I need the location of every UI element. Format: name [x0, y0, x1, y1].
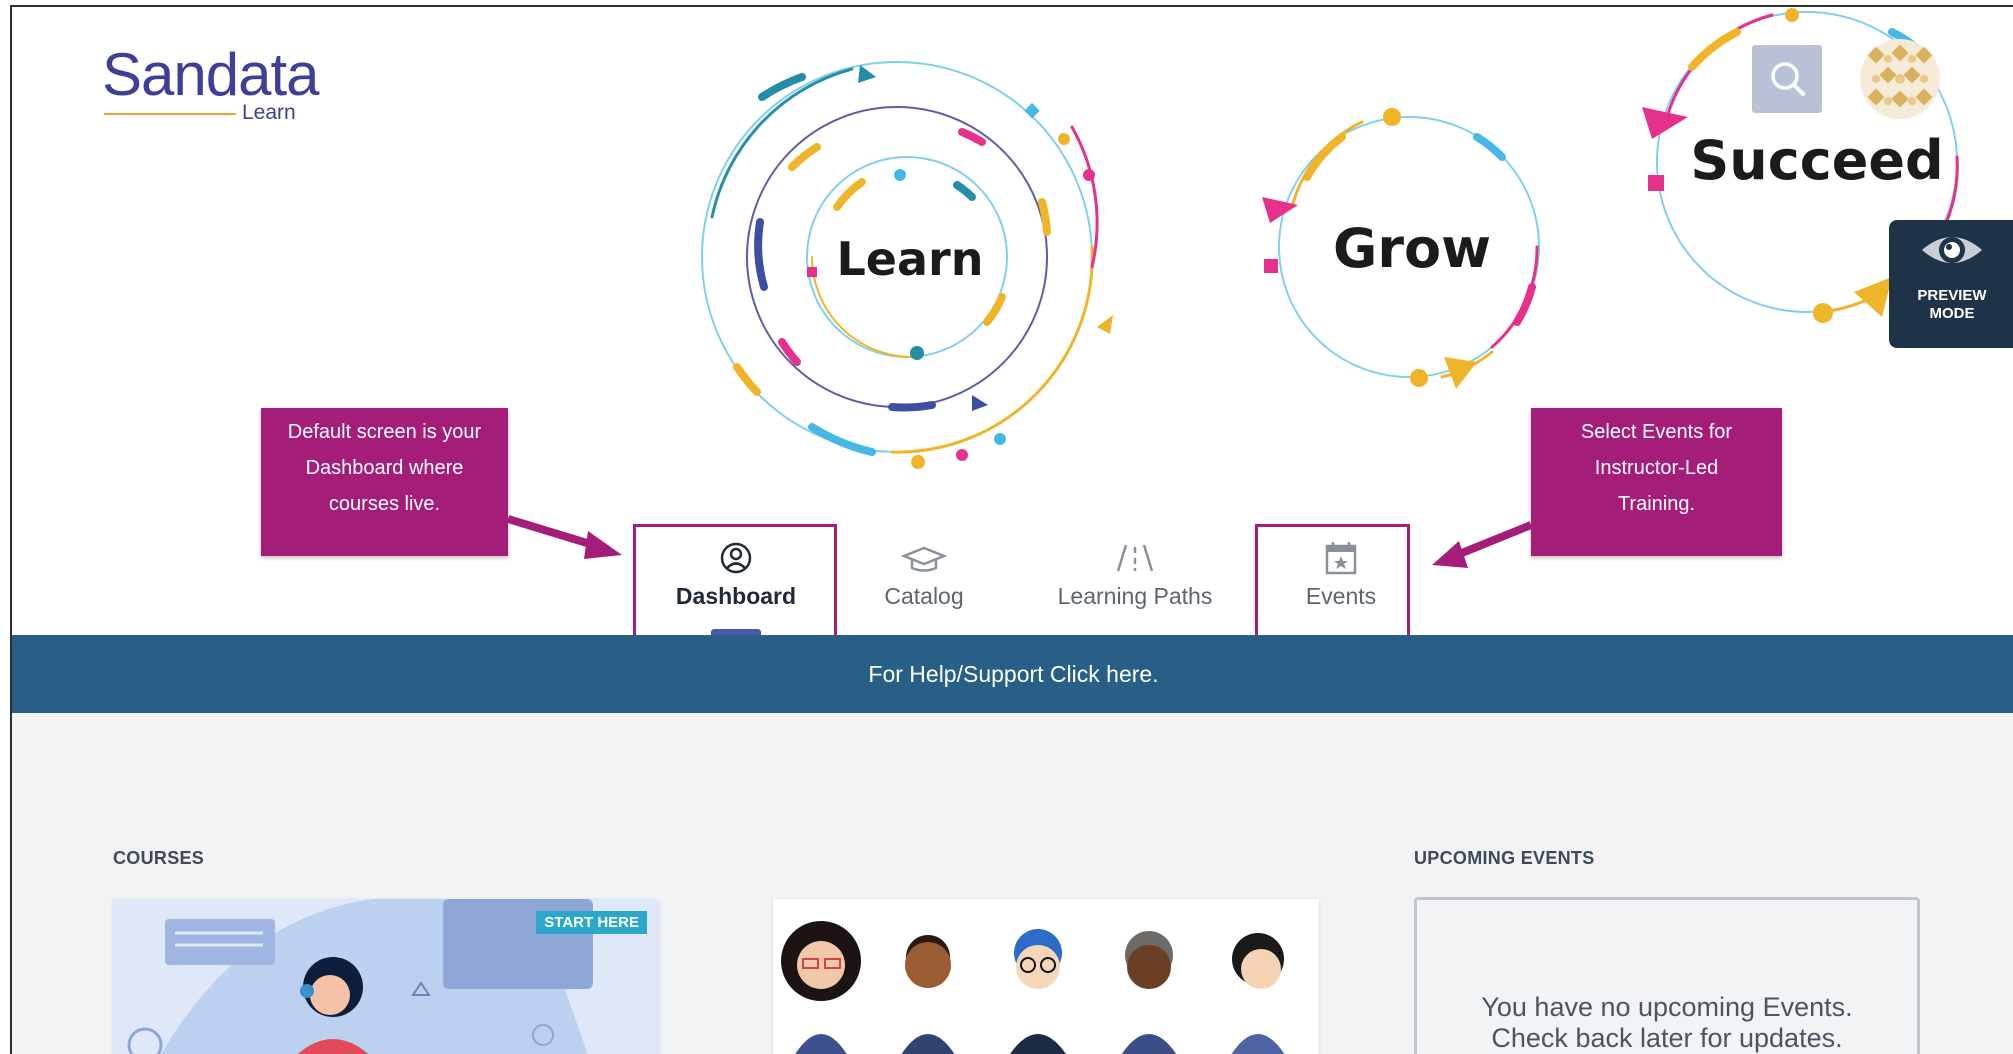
preview-mode-button[interactable]: PREVIEW MODE	[1889, 220, 2013, 348]
dashboard-content: COURSES UPCOMING EVENTS START HERE You h…	[12, 713, 2013, 1054]
app-window: Sandata Learn Learn Grow Succeed Default…	[10, 5, 2013, 1054]
highlight-dashboard	[633, 524, 837, 645]
courses-title: COURSES	[113, 848, 205, 868]
main-nav: Dashboard Catalog Learning Paths Events	[12, 517, 2013, 645]
course-card[interactable]: START HERE	[113, 899, 659, 1054]
upcoming-events-title: UPCOMING EVENTS	[1414, 848, 1595, 868]
highlight-events	[1255, 524, 1410, 645]
course-thumbnail-team	[773, 899, 1319, 1054]
start-here-badge: START HERE	[536, 911, 647, 934]
course-card[interactable]	[773, 899, 1319, 1054]
tab-catalog-label: Catalog	[884, 583, 964, 609]
preview-label-1: PREVIEW	[1917, 287, 1987, 304]
tab-catalog[interactable]: Catalog	[852, 517, 996, 635]
upcoming-events-panel: You have no upcoming Events. Check back …	[1414, 897, 1920, 1054]
tab-learning-paths-label: Learning Paths	[1057, 583, 1213, 609]
eye-icon	[1922, 237, 1982, 263]
road-icon	[1116, 544, 1154, 572]
no-events-line1: You have no upcoming Events.	[1481, 992, 1853, 1022]
tab-learning-paths[interactable]: Learning Paths	[1042, 517, 1228, 635]
preview-label-2: MODE	[1929, 305, 1975, 322]
no-events-line2: Check back later for updates.	[1491, 1023, 1843, 1053]
help-support-link[interactable]: For Help/Support Click here.	[12, 635, 2013, 713]
graduation-cap-icon	[900, 546, 948, 572]
header: Sandata Learn Learn Grow Succeed Default…	[12, 7, 2013, 645]
